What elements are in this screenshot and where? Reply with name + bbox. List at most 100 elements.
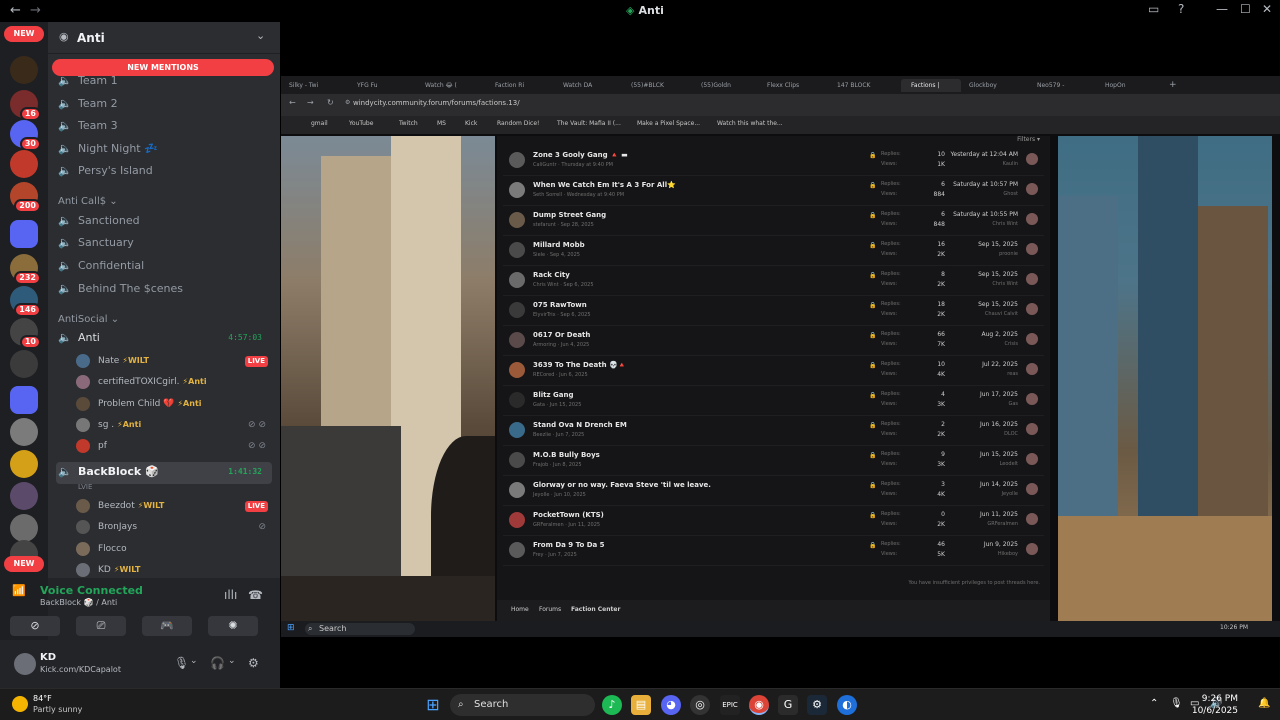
thread-title[interactable]: 0617 Or Death — [533, 331, 590, 339]
avatar[interactable] — [509, 212, 525, 228]
avatar[interactable] — [1026, 363, 1038, 375]
bookmark[interactable]: Kick — [465, 120, 477, 127]
steam-icon[interactable]: ⚙ — [807, 695, 827, 715]
server-header[interactable]: ◉ Anti ⌄ — [48, 22, 280, 54]
last-poster[interactable]: GRFeralmen — [987, 521, 1018, 527]
folder-icon[interactable] — [10, 386, 38, 414]
category-anti-calls[interactable]: Anti Call$ ⌄ — [58, 196, 118, 207]
last-post-date[interactable]: Jul 22, 2025 — [982, 361, 1018, 368]
app-icon[interactable]: ◐ — [837, 695, 857, 715]
last-poster[interactable]: Ghost — [1003, 191, 1018, 197]
signal-icon[interactable]: 📶 — [12, 584, 26, 597]
thread-row[interactable]: 075 RawTown ElyvirTrix · Sep 6, 2025 🔒 Repl… — [503, 296, 1044, 326]
last-post-date[interactable]: Jun 11, 2025 — [980, 511, 1018, 518]
server-icon[interactable]: 232 — [10, 254, 41, 285]
maximize-button[interactable]: ☐ — [1240, 2, 1251, 16]
back-arrow-icon[interactable]: ← — [289, 98, 296, 107]
weather-icon[interactable] — [12, 696, 28, 712]
voice-user[interactable]: sg . ⚡Anti ⊘ ⊘ — [76, 415, 272, 435]
spotify-icon[interactable]: ♪ — [602, 695, 622, 715]
browser-tab[interactable]: Silky - Twi — [289, 79, 349, 92]
microphone-icon[interactable]: 🎙 — [1170, 698, 1183, 709]
thread-title[interactable]: PocketTown (KTS) — [533, 511, 604, 519]
avatar[interactable] — [509, 422, 525, 438]
thread-title[interactable]: Zone 3 Gooly Gang 🔺 ▬ — [533, 151, 628, 159]
voice-channel-behind-the-scenes[interactable]: 🔈 Behind The $cenes — [56, 279, 272, 299]
thread-title[interactable]: From Da 9 To Da 5 — [533, 541, 605, 549]
breadcrumb-home[interactable]: Home — [511, 606, 529, 613]
taskbar-date[interactable]: 10/6/2025 — [1192, 706, 1238, 716]
new-pill[interactable]: NEW — [4, 26, 44, 42]
last-poster[interactable]: Jeyolle — [1002, 491, 1018, 497]
thread-row[interactable]: Stand Ova N Drench EM Beezlie · Jun 7, 20… — [503, 416, 1044, 446]
last-poster[interactable]: Chauvi Calvit — [985, 311, 1018, 317]
chrome-icon[interactable]: ◉ — [749, 695, 769, 715]
last-post-date[interactable]: Jun 16, 2025 — [980, 421, 1018, 428]
thread-row[interactable]: Dump Street Gang stefarunt · Sep 28, 2025… — [503, 206, 1044, 236]
server-icon[interactable] — [10, 350, 38, 378]
bookmark[interactable]: Watch this what the... — [717, 120, 783, 127]
breadcrumb-faction-center[interactable]: Faction Center — [571, 606, 620, 613]
voice-channel-anti[interactable]: 🔈 Anti 4:57:03 — [56, 328, 272, 348]
disconnect-icon[interactable]: ☎ — [248, 588, 263, 602]
last-poster[interactable]: Kaulin — [1003, 161, 1018, 167]
bookmark[interactable]: YouTube — [349, 120, 373, 127]
last-poster[interactable]: Chris Wint — [992, 221, 1018, 227]
browser-tab[interactable]: (55)#BLCK — [631, 79, 695, 92]
app-icon[interactable]: G — [778, 695, 798, 715]
avatar[interactable] — [509, 512, 525, 528]
voice-user[interactable]: Flocco — [76, 539, 272, 559]
bookmark[interactable]: gmail — [311, 120, 328, 127]
taskbar-search[interactable]: ⌕ Search — [450, 694, 595, 716]
voice-user[interactable]: KD ⚡WILT — [76, 560, 272, 580]
stream-view[interactable]: Silky - Twi YFG Fu Watch 😂 ( Faction Ri … — [281, 76, 1280, 637]
breadcrumb-forums[interactable]: Forums — [539, 606, 561, 613]
notification-icon[interactable]: 🔔 — [1258, 698, 1270, 709]
avatar[interactable] — [509, 392, 525, 408]
chevron-down-icon[interactable]: ⌄ — [228, 656, 236, 666]
site-info-icon[interactable]: ⚙ — [345, 99, 350, 106]
browser-tab[interactable]: Glockboy — [969, 79, 1031, 92]
last-post-date[interactable]: Sep 15, 2025 — [978, 271, 1018, 278]
last-post-date[interactable]: Aug 2, 2025 — [981, 331, 1018, 338]
thread-row[interactable]: Zone 3 Gooly Gang 🔺 ▬ CaliGuntr · Thursda… — [503, 146, 1044, 176]
back-arrow-icon[interactable]: ← — [10, 3, 21, 18]
avatar[interactable] — [1026, 183, 1038, 195]
filters-dropdown[interactable]: Filters ▾ — [1017, 136, 1040, 143]
browser-tab[interactable]: HopOn — [1105, 79, 1161, 92]
chevron-down-icon[interactable]: ⌄ — [190, 656, 198, 666]
voice-connected-label[interactable]: Voice Connected — [40, 584, 143, 597]
bookmark[interactable]: Random Dice! — [497, 120, 539, 127]
avatar[interactable] — [1026, 243, 1038, 255]
last-post-date[interactable]: Saturday at 10:55 PM — [953, 211, 1018, 218]
last-poster[interactable]: Crisis — [1004, 341, 1018, 347]
server-icon[interactable] — [10, 482, 38, 510]
voice-channel-persys-island[interactable]: 🔈 Persy's Island — [56, 161, 272, 181]
avatar[interactable] — [1026, 543, 1038, 555]
last-poster[interactable]: Gas — [1008, 401, 1018, 407]
thread-row[interactable]: Rack City Chris Wint · Sep 6, 2025 🔒 Replie… — [503, 266, 1044, 296]
avatar[interactable] — [509, 452, 525, 468]
avatar[interactable] — [1026, 423, 1038, 435]
avatar[interactable] — [1026, 513, 1038, 525]
server-icon[interactable] — [10, 450, 38, 478]
avatar[interactable] — [509, 542, 525, 558]
browser-tab[interactable]: YFG Fu — [357, 79, 417, 92]
server-icon[interactable]: 10 — [10, 318, 41, 349]
last-post-date[interactable]: Jun 9, 2025 — [984, 541, 1018, 548]
app-icon[interactable]: ◎ — [690, 695, 710, 715]
windows-start-icon[interactable]: ⊞ — [423, 695, 443, 715]
soundboard-icon[interactable]: ıllı — [224, 588, 237, 602]
last-post-date[interactable]: Sep 15, 2025 — [978, 301, 1018, 308]
last-post-date[interactable]: Sep 15, 2025 — [978, 241, 1018, 248]
screen-share-button[interactable]: ⎚ — [76, 616, 126, 636]
microphone-icon[interactable]: 🎙 — [174, 656, 189, 670]
avatar[interactable] — [1026, 483, 1038, 495]
folder-icon[interactable] — [10, 220, 38, 248]
bookmark[interactable]: The Vault: Mafia II (... — [557, 120, 621, 127]
thread-title[interactable]: When We Catch Em It's A 3 For All⭐ — [533, 181, 676, 189]
epic-games-icon[interactable]: EPIC — [720, 695, 740, 715]
voice-channel-confidential[interactable]: 🔈 Confidential — [56, 256, 272, 276]
thread-title[interactable]: Dump Street Gang — [533, 211, 606, 219]
voice-user[interactable]: BronJays ⊘ — [76, 517, 272, 537]
